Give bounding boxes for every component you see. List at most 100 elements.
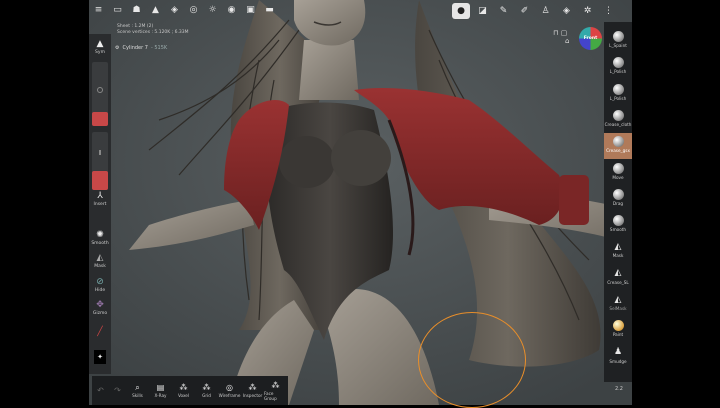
hide-button[interactable]: ⊘ Hide: [89, 276, 111, 293]
mask-button[interactable]: ◪: [472, 1, 493, 21]
bottom-tool-label: X-Ray: [154, 393, 167, 398]
tool-smooth[interactable]: Smooth: [604, 212, 632, 238]
search-icon: ⌕: [135, 383, 140, 392]
image-icon: ▣: [246, 5, 255, 15]
object-info[interactable]: ⚙ Cylinder 7 - 515K: [115, 45, 167, 51]
insert-icon: ⅄: [97, 191, 103, 201]
brush-button[interactable]: ✐: [514, 1, 535, 21]
tool-smudge[interactable]: ♟ Smudge: [604, 344, 632, 370]
stroke-button[interactable]: ╱: [89, 326, 111, 338]
menu-button[interactable]: ≡: [89, 0, 108, 20]
overflow-button[interactable]: ⋮: [598, 1, 619, 21]
gear-button[interactable]: ✲: [577, 1, 598, 21]
scene-button[interactable]: ☗: [127, 0, 146, 20]
square-icon[interactable]: ▢: [561, 29, 568, 37]
wireframe-button[interactable]: ◎ Wireframe: [218, 376, 241, 405]
tool-paint[interactable]: Paint: [604, 317, 632, 343]
left-toolbar: ▲ Sym ⅄ Insert ✺ Smooth ◭ Mask ⊘ Hide ✥ …: [89, 34, 111, 374]
tool-label: Smooth: [609, 227, 627, 233]
tool-mask[interactable]: ◭ Mask: [604, 238, 632, 264]
paint-button[interactable]: ✎: [493, 1, 514, 21]
lock-icon[interactable]: ⊓: [553, 29, 558, 37]
tool-sphere-icon: [612, 57, 624, 69]
symmetry-icon: ▲: [96, 39, 104, 49]
tool-sphere-icon: [612, 109, 624, 121]
face-group-button[interactable]: ⁂ Face Group: [264, 376, 287, 405]
image-button[interactable]: ▣: [241, 0, 260, 20]
gizmo-button[interactable]: ✥ Gizmo: [89, 299, 111, 316]
view-lock-icons[interactable]: ⊓ ▢ ⌂: [553, 29, 569, 45]
chest-right: [331, 130, 391, 186]
gizmo-label: Gizmo: [92, 311, 108, 316]
tool-move[interactable]: Move: [604, 160, 632, 186]
bottom-tool-label: Inspector: [242, 393, 263, 398]
inspector-icon: ⁂: [248, 383, 257, 392]
mask-icon: ◪: [478, 6, 487, 16]
tool-label: Drag: [612, 200, 624, 206]
tool-crease-sl[interactable]: ◭ Crease_SL: [604, 265, 632, 291]
hide-label: Hide: [94, 288, 106, 293]
stroke-icon: ╱: [97, 327, 103, 337]
redo-button[interactable]: ↷: [109, 376, 126, 405]
camera-button[interactable]: ◉: [222, 0, 241, 20]
mask-button[interactable]: ◭ Mask: [89, 252, 111, 269]
tool-sphere-icon: [612, 136, 624, 148]
xray-button[interactable]: ▤ X-Ray: [149, 376, 172, 405]
tool-sphere-icon: [612, 83, 624, 95]
tool-l-polish[interactable]: L_Polish: [604, 54, 632, 80]
mesh-icon: ▲: [152, 5, 159, 15]
face-group-icon: ⁂: [271, 380, 280, 390]
symmetry-button[interactable]: ♙: [535, 1, 556, 21]
hide-icon: ⊘: [96, 277, 104, 287]
smooth-button[interactable]: ✺ Smooth: [89, 229, 111, 246]
xray-icon: ▤: [156, 383, 165, 392]
grid-icon: ⁂: [202, 383, 211, 392]
brush-cursor-ring: [418, 312, 526, 408]
home-icon[interactable]: ⌂: [565, 37, 569, 45]
tool-label: L_Polish: [609, 95, 627, 101]
material-button[interactable]: ●: [452, 3, 470, 19]
symmetry-toggle[interactable]: ▲ Sym: [89, 38, 111, 55]
tool-l-spaint[interactable]: L_Spaint: [604, 28, 632, 54]
inspector-button[interactable]: ⁂ Inspector: [241, 376, 264, 405]
symmetry-icon: ♙: [541, 6, 550, 16]
cube-button[interactable]: ◈: [556, 1, 577, 21]
tool-sphere-icon: [612, 162, 624, 174]
globe-button[interactable]: ◎: [184, 0, 203, 20]
tool-selmask[interactable]: ◭ SelMask: [604, 291, 632, 317]
right-toolbar: L_Spaint L_Polish L_Polish Crease_cloth Crea…: [604, 22, 632, 382]
folder-button[interactable]: ▭: [108, 0, 127, 20]
search-button[interactable]: ⌕ Skills: [126, 376, 149, 405]
layers-button[interactable]: ◈: [165, 0, 184, 20]
top-toolbar-right: ● ◪ ✎ ✐ ♙ ◈ ✲ ⋮: [450, 0, 632, 22]
layers-icon: ◈: [171, 5, 178, 15]
tool-label: SelMask: [609, 306, 627, 311]
alpha-button[interactable]: ✦: [89, 350, 111, 364]
cube-icon: ◈: [563, 6, 570, 16]
settings-sun-button[interactable]: ☼: [203, 0, 222, 20]
wireframe-icon: ◎: [226, 383, 233, 392]
tool-glyph-icon: ◭: [614, 294, 622, 305]
intensity-knob[interactable]: [99, 150, 101, 155]
view-gizmo[interactable]: Front: [579, 27, 602, 50]
grid-button[interactable]: ⁂ Grid: [195, 376, 218, 405]
top-toolbar-left: ≡ ▭ ☗ ▲ ◈ ◎ ☼ ◉ ▣ ▬: [89, 0, 279, 20]
radius-knob[interactable]: [97, 87, 103, 93]
radius-fill: [92, 111, 108, 126]
voxel-button[interactable]: ⁂ Voxel: [172, 376, 195, 405]
tool-drag[interactable]: Drag: [604, 186, 632, 212]
mesh-button[interactable]: ▲: [146, 0, 165, 20]
radius-slider[interactable]: [92, 62, 108, 126]
tool-l-polish[interactable]: L_Polish: [604, 81, 632, 107]
overflow-icon: ⋮: [604, 6, 613, 16]
insert-button[interactable]: ⅄ Insert: [89, 190, 111, 207]
tool-glyph-icon: ◭: [614, 268, 622, 279]
sculpt-viewport[interactable]: [89, 0, 632, 405]
video-button[interactable]: ▬: [260, 0, 279, 20]
intensity-slider[interactable]: [92, 132, 108, 190]
bottom-tool-label: Grid: [202, 393, 211, 398]
tool-crease-gsx[interactable]: Crease_gsx: [604, 133, 632, 160]
tool-crease-cloth[interactable]: Crease_cloth: [604, 107, 632, 133]
undo-button[interactable]: ↶: [92, 376, 109, 405]
tool-glyph-icon: ♟: [613, 347, 623, 358]
